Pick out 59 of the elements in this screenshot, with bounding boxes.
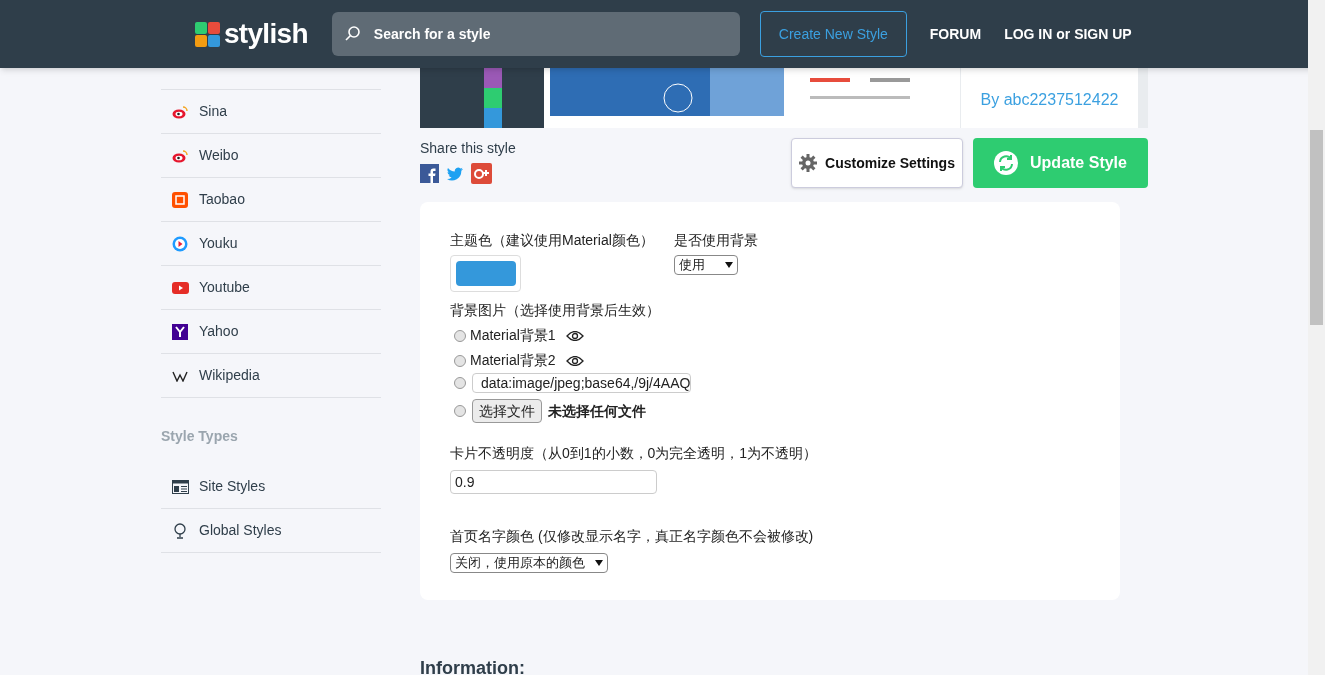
author-text: By abc2237512422 (980, 90, 1119, 110)
search-field[interactable]: Search for a style (373, 23, 714, 45)
facebook-icon[interactable] (420, 164, 439, 183)
google-plus-icon[interactable] (471, 163, 492, 184)
field-label: 主题色（建议使用Material颜色） (450, 231, 654, 250)
option-label: Material背景2 (470, 351, 556, 370)
nav-link[interactable]: LOG IN or SIGN UP (1004, 23, 1132, 45)
sidebar-link[interactable]: Global Styles (199, 520, 282, 541)
site-icon (171, 479, 189, 494)
input-field[interactable]: data:image/jpeg;base64,/9j/4AAQ (472, 373, 691, 393)
wikipedia-icon (171, 369, 189, 382)
select-field[interactable]: 使用 (673, 255, 738, 275)
eye-icon[interactable] (565, 330, 584, 341)
sidebar-link[interactable]: Taobao (199, 189, 245, 210)
sidebar-link[interactable]: Site Styles (199, 476, 266, 497)
sidebar-link[interactable]: Weibo (199, 145, 239, 166)
weibo-icon (171, 148, 189, 163)
field-label: 是否使用背景 (673, 231, 758, 250)
choose-file-button[interactable]: 选择文件 (472, 399, 542, 423)
logo-icon (195, 21, 220, 47)
refresh-icon (994, 151, 1019, 175)
dropdown-icon (595, 560, 603, 566)
twitter-icon[interactable] (447, 166, 463, 181)
option-label: Material背景1 (470, 326, 556, 345)
sidebar-link[interactable]: Yahoo (199, 321, 239, 342)
scrollbar-thumb[interactable] (1310, 130, 1323, 325)
radio-button[interactable] (454, 329, 466, 342)
sidebar-link[interactable]: Youku (199, 233, 238, 254)
logo-text[interactable]: stylish (224, 13, 308, 55)
radio-button[interactable] (454, 354, 466, 367)
eye-icon[interactable] (565, 355, 584, 366)
section-title: Style Types (161, 427, 239, 446)
sidebar-link[interactable]: Sina (199, 101, 228, 122)
sidebar-link[interactable]: Youtube (199, 277, 250, 298)
field-label: 首页名字颜色 (仅修改显示名字，真正名字颜色不会被修改) (450, 527, 815, 546)
file-status: 未选择任何文件 (548, 401, 646, 421)
dropdown-icon (724, 262, 733, 268)
sina-icon (171, 104, 189, 119)
field-label: 背景图片（选择使用背景后生效） (450, 301, 661, 320)
search-icon (343, 25, 362, 43)
taobao-icon (171, 191, 189, 208)
yahoo-icon (171, 323, 189, 340)
radio-button[interactable] (454, 405, 466, 417)
radio-button[interactable] (454, 377, 466, 389)
customize-settings-button[interactable]: Customize Settings (791, 138, 963, 188)
share-label: Share this style (420, 139, 516, 158)
sidebar-link[interactable]: Wikipedia (199, 365, 260, 386)
nav-link[interactable]: FORUM (929, 23, 982, 45)
create-style-button[interactable]: Create New Style (759, 11, 907, 57)
youku-icon (171, 235, 189, 252)
youtube-icon (171, 281, 189, 294)
search-bar[interactable]: Search for a style (331, 12, 740, 56)
section-heading: Information: (420, 658, 526, 675)
global-icon (171, 522, 189, 539)
select-field[interactable]: 关闭，使用原本的颜色 (450, 553, 608, 573)
color-picker[interactable] (450, 255, 521, 292)
input-field[interactable]: 0.9 (450, 470, 657, 494)
field-label: 卡片不透明度（从0到1的小数，0为完全透明，1为不透明） (450, 444, 819, 463)
settings-icon (799, 154, 818, 172)
